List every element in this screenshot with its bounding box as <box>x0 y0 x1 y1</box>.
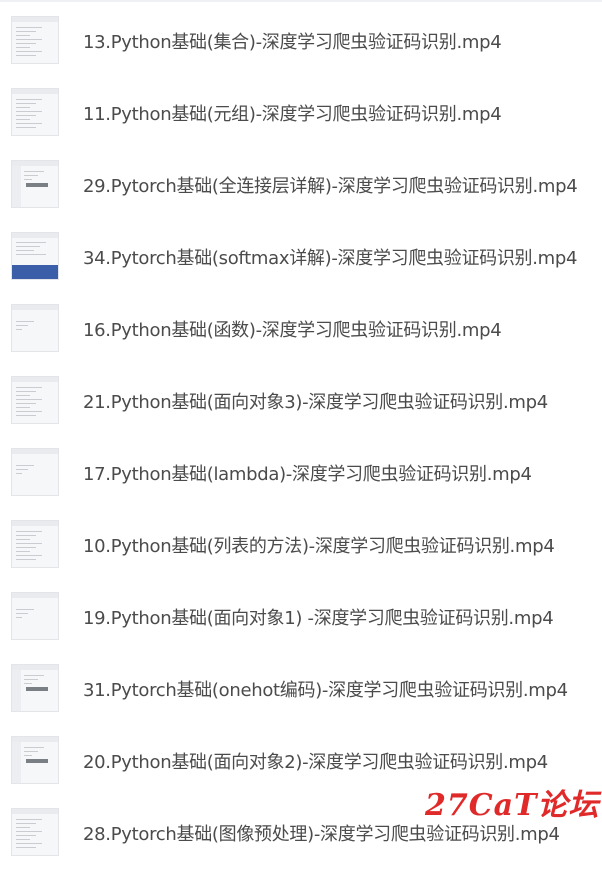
watermark-logo: 27CaT论坛 <box>425 788 600 823</box>
file-row[interactable]: 34.Pytorch基础(softmax详解)-深度学习爬虫验证码识别.mp4 <box>0 220 602 292</box>
file-name[interactable]: 31.Pytorch基础(onehot编码)-深度学习爬虫验证码识别.mp4 <box>83 652 568 724</box>
video-thumbnail <box>11 160 59 208</box>
video-thumbnail <box>11 664 59 712</box>
video-thumbnail <box>11 232 59 280</box>
file-name[interactable]: 17.Python基础(lambda)-深度学习爬虫验证码识别.mp4 <box>83 436 532 508</box>
video-thumbnail <box>11 736 59 784</box>
video-thumbnail <box>11 376 59 424</box>
video-thumbnail <box>11 16 59 64</box>
file-name[interactable]: 16.Python基础(函数)-深度学习爬虫验证码识别.mp4 <box>83 292 502 364</box>
file-name[interactable]: 11.Python基础(元组)-深度学习爬虫验证码识别.mp4 <box>83 76 502 148</box>
file-row[interactable]: 11.Python基础(元组)-深度学习爬虫验证码识别.mp4 <box>0 76 602 148</box>
file-row[interactable]: 17.Python基础(lambda)-深度学习爬虫验证码识别.mp4 <box>0 436 602 508</box>
file-row[interactable]: 21.Python基础(面向对象3)-深度学习爬虫验证码识别.mp4 <box>0 364 602 436</box>
file-row[interactable]: 31.Pytorch基础(onehot编码)-深度学习爬虫验证码识别.mp4 <box>0 652 602 724</box>
file-row[interactable]: 19.Python基础(面向对象1) -深度学习爬虫验证码识别.mp4 <box>0 580 602 652</box>
video-thumbnail <box>11 88 59 136</box>
file-row[interactable]: 13.Python基础(集合)-深度学习爬虫验证码识别.mp4 <box>0 4 602 76</box>
video-thumbnail <box>11 808 59 856</box>
video-thumbnail <box>11 592 59 640</box>
file-row[interactable]: 29.Pytorch基础(全连接层详解)-深度学习爬虫验证码识别.mp4 <box>0 148 602 220</box>
file-row[interactable]: 10.Python基础(列表的方法)-深度学习爬虫验证码识别.mp4 <box>0 508 602 580</box>
video-thumbnail <box>11 520 59 568</box>
video-thumbnail <box>11 304 59 352</box>
top-divider <box>0 0 602 2</box>
file-name[interactable]: 34.Pytorch基础(softmax详解)-深度学习爬虫验证码识别.mp4 <box>83 220 577 292</box>
file-row[interactable]: 16.Python基础(函数)-深度学习爬虫验证码识别.mp4 <box>0 292 602 364</box>
file-name[interactable]: 29.Pytorch基础(全连接层详解)-深度学习爬虫验证码识别.mp4 <box>83 148 578 220</box>
file-name[interactable]: 13.Python基础(集合)-深度学习爬虫验证码识别.mp4 <box>83 4 502 76</box>
file-name[interactable]: 19.Python基础(面向对象1) -深度学习爬虫验证码识别.mp4 <box>83 580 554 652</box>
file-name[interactable]: 21.Python基础(面向对象3)-深度学习爬虫验证码识别.mp4 <box>83 364 548 436</box>
video-thumbnail <box>11 448 59 496</box>
file-name[interactable]: 10.Python基础(列表的方法)-深度学习爬虫验证码识别.mp4 <box>83 508 555 580</box>
